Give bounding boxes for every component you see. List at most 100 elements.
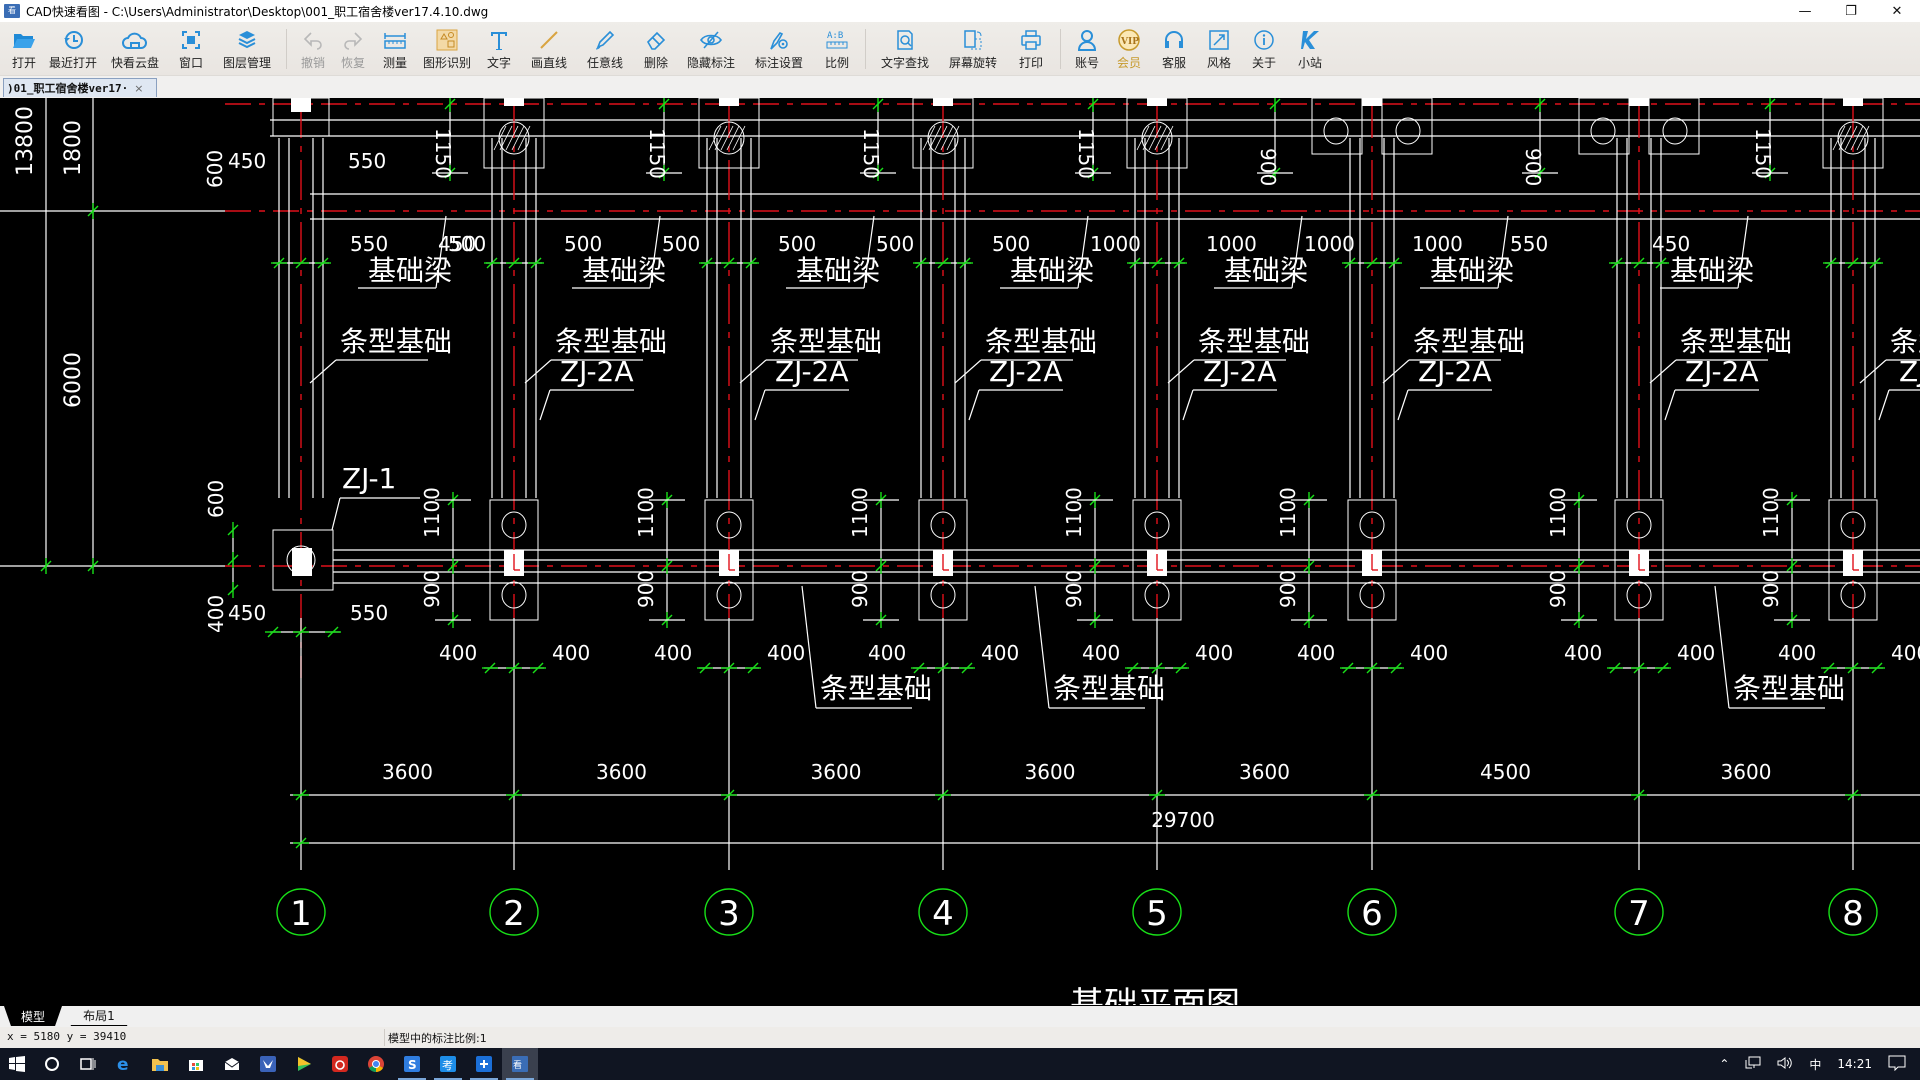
hatch-line bbox=[1160, 125, 1174, 151]
store-icon[interactable] bbox=[178, 1048, 214, 1080]
toolbar-freehand-button[interactable]: 任意线 bbox=[577, 22, 633, 76]
toolbar-layers-button[interactable]: 图层管理 bbox=[214, 22, 280, 76]
leader-line bbox=[1714, 585, 1730, 709]
hide-eye-icon bbox=[699, 28, 723, 52]
leader-line bbox=[1649, 359, 1677, 384]
svg-text:VIP: VIP bbox=[1120, 37, 1139, 47]
toolbar-label: 文字 bbox=[486, 56, 511, 70]
toolbar-window-button[interactable]: 窗口 bbox=[168, 22, 214, 76]
toolbar-cloud-button[interactable]: 快看云盘 bbox=[102, 22, 168, 76]
toolbar-text-search-button[interactable]: 文字查找 bbox=[872, 22, 938, 76]
toolbar-print-button[interactable]: 打印 bbox=[1008, 22, 1054, 76]
toolbar-shape-recognition-button[interactable]: 图形识别 bbox=[417, 22, 477, 76]
footing-label-zj2a: ZJ-2A bbox=[1899, 355, 1920, 388]
toolbar-annotation-settings-button[interactable]: 标注设置 bbox=[743, 22, 815, 76]
volume-icon[interactable] bbox=[1777, 1056, 1793, 1073]
toolbar-line-button[interactable]: 画直线 bbox=[521, 22, 577, 76]
system-tray: ⌃ 中 14:21 bbox=[1711, 1048, 1920, 1080]
toolbar-account-button[interactable]: 账号 bbox=[1067, 22, 1107, 76]
toolbar-vip-button[interactable]: VIP 会员 bbox=[1107, 22, 1151, 76]
app-swallow-icon[interactable] bbox=[250, 1048, 286, 1080]
cad-viewer-taskbar-icon[interactable]: 看 bbox=[502, 1048, 538, 1080]
pile-circle bbox=[1662, 117, 1688, 145]
leader-line bbox=[754, 389, 766, 421]
clock[interactable]: 14:21 bbox=[1837, 1057, 1872, 1071]
toolbar-label: 画直线 bbox=[530, 56, 567, 70]
cortana-search-icon[interactable] bbox=[34, 1048, 70, 1080]
close-tab-icon[interactable]: × bbox=[134, 82, 143, 95]
account-user-icon bbox=[1077, 28, 1097, 52]
toolbar-screen-rotate-button[interactable]: 屏幕旋转 bbox=[938, 22, 1008, 76]
toolbar-label: 会员 bbox=[1116, 56, 1141, 70]
dim-text: 500 bbox=[876, 232, 914, 256]
dim-text: 900 bbox=[1256, 148, 1280, 186]
video-player-icon[interactable] bbox=[286, 1048, 322, 1080]
toolbar-style-button[interactable]: 风格 bbox=[1197, 22, 1241, 76]
network-icon[interactable] bbox=[1745, 1056, 1761, 1073]
leader-line bbox=[1859, 359, 1887, 384]
toolbar-about-button[interactable]: 关于 bbox=[1241, 22, 1287, 76]
toolbar-scale-button[interactable]: A:B 比例 bbox=[815, 22, 859, 76]
dim-text: 6000 bbox=[61, 352, 86, 408]
toolbar-open-button[interactable]: 打开 bbox=[4, 22, 44, 76]
dim-text: 400 bbox=[1297, 641, 1335, 665]
dim-text: 1100 bbox=[848, 487, 872, 538]
eraser-icon bbox=[645, 28, 667, 52]
tab-layout1[interactable]: 布局1 bbox=[64, 1006, 134, 1026]
title-bar: 看 CAD快速看图 - C:\Users\Administrator\Deskt… bbox=[0, 0, 1920, 22]
action-center-icon[interactable] bbox=[1888, 1055, 1906, 1074]
ime-indicator[interactable]: 中 bbox=[1809, 1056, 1821, 1073]
bay-dimension: 3600 bbox=[1025, 760, 1076, 784]
show-hidden-icons-icon[interactable]: ⌃ bbox=[1719, 1057, 1729, 1071]
toolbar-label: 文字查找 bbox=[880, 56, 929, 70]
app-kao-icon[interactable]: 考 bbox=[430, 1048, 466, 1080]
close-button[interactable]: ✕ bbox=[1874, 0, 1920, 22]
app-blue-s-icon[interactable]: S bbox=[394, 1048, 430, 1080]
toolbar-label: 隐藏标注 bbox=[686, 56, 735, 70]
toolbar-separator bbox=[286, 29, 287, 69]
dim-text: 550 bbox=[350, 232, 388, 256]
foundation-beam-label: 基础梁 bbox=[796, 254, 880, 287]
dim-text: 1100 bbox=[420, 487, 444, 538]
footing-label-zj1: ZJ-1 bbox=[342, 462, 396, 495]
restore-button[interactable]: ❐ bbox=[1828, 0, 1874, 22]
dim-text: 900 bbox=[1546, 570, 1570, 608]
edge-browser-icon[interactable]: e bbox=[106, 1048, 142, 1080]
toolbar-undo-button[interactable]: 撤销 bbox=[293, 22, 333, 76]
pile-cap bbox=[1578, 98, 1630, 155]
leader-line bbox=[524, 359, 552, 384]
toolbar-hide-annotation-button[interactable]: 隐藏标注 bbox=[679, 22, 743, 76]
toolbar-support-button[interactable]: 客服 bbox=[1151, 22, 1197, 76]
document-tab[interactable]: )01_职工宿舍楼ver17· × bbox=[3, 78, 157, 97]
tab-model[interactable]: 模型 bbox=[4, 1006, 62, 1026]
toolbar-redo-button[interactable]: 恢复 bbox=[333, 22, 373, 76]
drawing-title: 基础平面图 bbox=[1070, 985, 1240, 1005]
toolbar-label: 快看云盘 bbox=[110, 56, 159, 70]
toolbar-label: 任意线 bbox=[586, 56, 623, 70]
pile-cap bbox=[1381, 98, 1433, 155]
hatch-line bbox=[493, 125, 507, 151]
file-explorer-icon[interactable] bbox=[142, 1048, 178, 1080]
pile-circle bbox=[1323, 117, 1349, 145]
hatch-line bbox=[1148, 125, 1162, 151]
windows-start-icon[interactable] bbox=[0, 1048, 34, 1080]
hatch-line bbox=[708, 125, 722, 151]
hatch-line bbox=[934, 125, 948, 151]
dim-text: 900 bbox=[848, 570, 872, 608]
netease-music-icon[interactable] bbox=[322, 1048, 358, 1080]
leader-line bbox=[539, 389, 551, 421]
toolbar-delete-button[interactable]: 删除 bbox=[633, 22, 679, 76]
task-view-icon[interactable] bbox=[70, 1048, 106, 1080]
dim-text: 550 bbox=[1510, 232, 1548, 256]
hatch-line bbox=[517, 125, 531, 151]
mail-icon[interactable] bbox=[214, 1048, 250, 1080]
toolbar-text-button[interactable]: 文字 bbox=[477, 22, 521, 76]
toolbar-measure-button[interactable]: 测量 bbox=[373, 22, 417, 76]
chrome-icon[interactable] bbox=[358, 1048, 394, 1080]
window-title: CAD快速看图 - C:\Users\Administrator\Desktop… bbox=[26, 4, 489, 19]
toolbar-site-button[interactable]: 小站 bbox=[1287, 22, 1333, 76]
toolbar-recent-button[interactable]: 最近打开 bbox=[44, 22, 102, 76]
minimize-button[interactable]: — bbox=[1782, 0, 1828, 22]
app-blue-e-icon[interactable] bbox=[466, 1048, 502, 1080]
drawing-canvas[interactable]: 1150 1150 1150 1150 900 900 1150 550 500 基础梁 500 50… bbox=[0, 98, 1920, 1005]
